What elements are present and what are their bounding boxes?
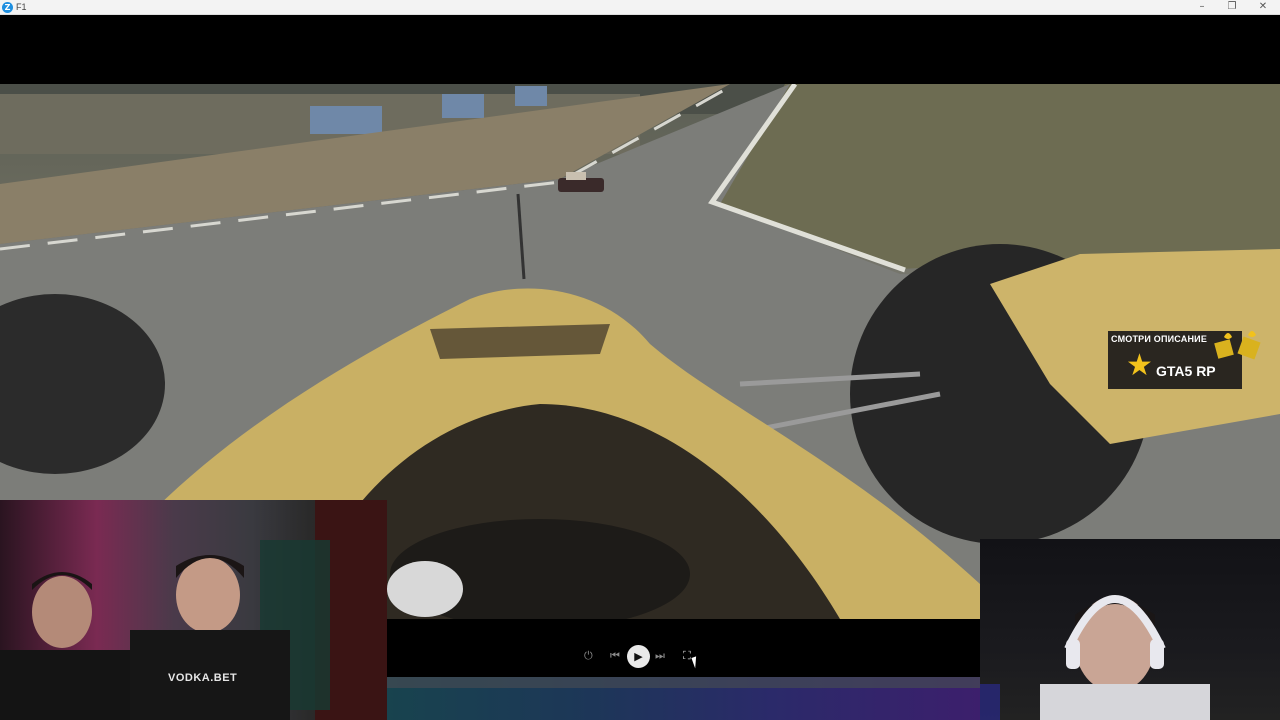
maximize-button[interactable]: ❐ bbox=[1217, 0, 1247, 14]
window-titlebar: Z F1 – ❐ ✕ bbox=[0, 0, 1280, 15]
mouse-cursor bbox=[691, 654, 705, 669]
star-icon: ★ bbox=[1126, 348, 1153, 383]
webcam-left-scene bbox=[0, 500, 387, 720]
minimize-button[interactable]: – bbox=[1187, 0, 1217, 14]
next-icon[interactable]: ⏭ bbox=[655, 649, 665, 663]
promo-caption: СМОТРИ ОПИСАНИЕ bbox=[1111, 334, 1208, 344]
fullscreen-icon[interactable]: ⛶ bbox=[683, 649, 691, 663]
background-gradient-strip bbox=[387, 677, 980, 720]
webcam-right-scene bbox=[980, 595, 1210, 720]
previous-icon[interactable]: ⏮ bbox=[610, 649, 620, 663]
webcam-left: VODKA.BET bbox=[0, 500, 387, 720]
power-icon[interactable]: ⏻ bbox=[584, 649, 593, 663]
promo-logo-text: GTA5 RP bbox=[1156, 363, 1216, 379]
player-controls: ⏻ ⏮ ▶ ⏭ ⛶ bbox=[387, 619, 980, 677]
gift-icon bbox=[1214, 331, 1261, 360]
close-button[interactable]: ✕ bbox=[1248, 0, 1278, 14]
window-title: F1 bbox=[16, 2, 27, 12]
app-icon: Z bbox=[2, 2, 13, 13]
shirt-logo-text: VODKA.BET bbox=[168, 672, 238, 684]
play-button[interactable]: ▶ bbox=[627, 645, 650, 668]
webcam-right bbox=[980, 539, 1280, 720]
